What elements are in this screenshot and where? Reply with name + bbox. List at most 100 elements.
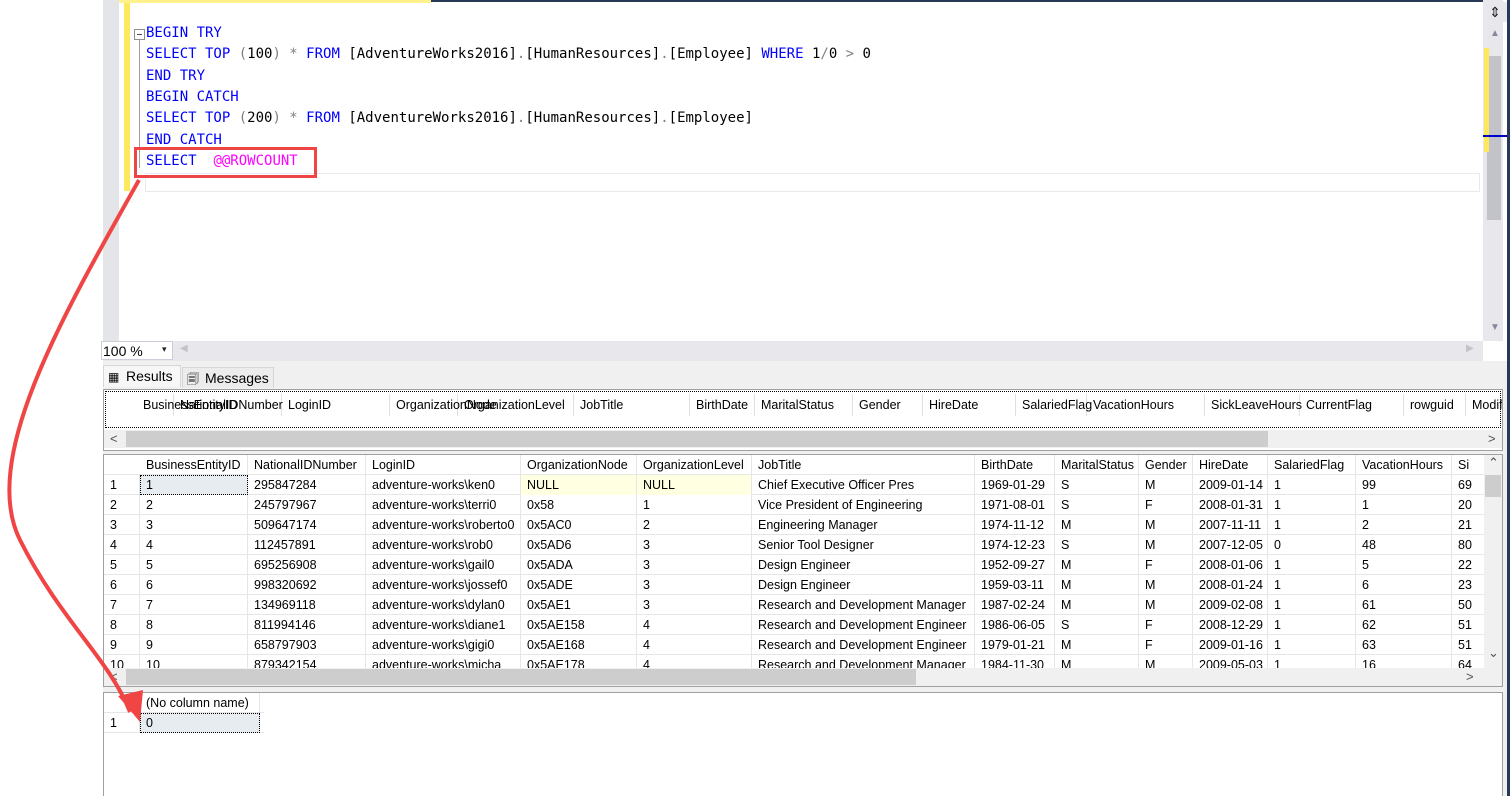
table-cell[interactable]: 245797967 xyxy=(248,495,366,515)
table-cell[interactable]: 8 xyxy=(140,615,248,635)
table-cell[interactable]: 1986-06-05 xyxy=(975,615,1055,635)
row-number[interactable]: 3 xyxy=(104,515,140,535)
rowcount-value-cell[interactable]: 0 xyxy=(140,713,260,733)
row-number[interactable]: 8 xyxy=(104,615,140,635)
table-row[interactable]: 10 xyxy=(104,713,264,733)
editor-horizontal-scrollbar[interactable] xyxy=(103,341,1483,361)
result-grid-3[interactable]: (No column name) 1 0 xyxy=(103,692,1503,796)
row-number[interactable]: 5 xyxy=(104,555,140,575)
column-header[interactable]: OrganizationLevel xyxy=(458,394,574,416)
table-cell[interactable]: adventure-works\terri0 xyxy=(366,495,521,515)
table-cell[interactable]: 61 xyxy=(1356,595,1452,615)
table-cell[interactable]: M xyxy=(1139,575,1193,595)
table-cell[interactable]: 2 xyxy=(637,515,752,535)
table-cell[interactable]: 2008-01-31 xyxy=(1193,495,1268,515)
table-cell[interactable]: 1 xyxy=(1268,475,1356,495)
table-row[interactable]: 7 7 134969118 adventure-works\dylan0 0x5AE1 3… xyxy=(104,595,1484,615)
table-cell[interactable]: 63 xyxy=(1356,635,1452,655)
table-cell[interactable]: 1 xyxy=(1268,635,1356,655)
grid1-scroll-thumb[interactable] xyxy=(126,431,1268,447)
table-cell[interactable]: S xyxy=(1055,615,1139,635)
chevron-down-icon[interactable]: ▾ xyxy=(162,344,167,355)
table-cell[interactable]: M xyxy=(1055,515,1139,535)
table-cell[interactable]: adventure-works\gail0 xyxy=(366,555,521,575)
column-header[interactable]: LoginID xyxy=(282,394,390,416)
table-cell[interactable]: 1969-01-29 xyxy=(975,475,1055,495)
table-row[interactable]: 4 4 112457891 adventure-works\rob0 0x5AD6 3 Se… xyxy=(104,535,1484,555)
table-cell[interactable]: 0x5AE1 xyxy=(521,595,637,615)
table-cell[interactable]: 2008-01-06 xyxy=(1193,555,1268,575)
table-cell[interactable]: 2 xyxy=(1356,515,1452,535)
tab-messages[interactable]: 🗐 Messages xyxy=(182,367,274,388)
table-cell[interactable]: Engineering Manager xyxy=(752,515,975,535)
table-cell[interactable]: 1 xyxy=(1268,495,1356,515)
table-cell[interactable]: 1 xyxy=(1268,575,1356,595)
editor-scroll-thumb[interactable] xyxy=(1487,56,1501,220)
table-row[interactable]: 1 1 295847284 adventure-works\ken0 NULL NULL C… xyxy=(104,475,1484,495)
table-cell[interactable]: S xyxy=(1055,535,1139,555)
table-cell[interactable]: 5 xyxy=(140,555,248,575)
table-cell[interactable]: M xyxy=(1139,535,1193,555)
table-cell[interactable]: M xyxy=(1055,635,1139,655)
table-cell[interactable]: 2009-01-14 xyxy=(1193,475,1268,495)
table-cell[interactable]: 2008-12-29 xyxy=(1193,615,1268,635)
table-cell[interactable]: 9 xyxy=(140,635,248,655)
table-cell[interactable]: 0x5AD6 xyxy=(521,535,637,555)
column-header[interactable]: NationalIDNumber xyxy=(174,394,283,416)
scroll-left-icon[interactable]: < xyxy=(110,430,118,448)
column-header[interactable]: OrganizationLevel xyxy=(637,455,752,475)
grid1-horizontal-scrollbar[interactable]: < > xyxy=(104,430,1502,448)
table-cell[interactable]: M xyxy=(1139,475,1193,495)
table-cell[interactable]: adventure-works\gigi0 xyxy=(366,635,521,655)
table-cell[interactable]: 0x5ADA xyxy=(521,555,637,575)
table-cell[interactable]: 1959-03-11 xyxy=(975,575,1055,595)
row-number[interactable]: 2 xyxy=(104,495,140,515)
column-header[interactable]: Gender xyxy=(1139,455,1193,475)
table-cell[interactable]: 3 xyxy=(140,515,248,535)
table-cell[interactable]: 62 xyxy=(1356,615,1452,635)
table-cell[interactable]: 2008-01-24 xyxy=(1193,575,1268,595)
column-header[interactable]: (No column name) xyxy=(140,693,260,713)
table-cell[interactable]: 1 xyxy=(637,495,752,515)
table-row[interactable]: 3 3 509647174 adventure-works\roberto0 0x5AC… xyxy=(104,515,1484,535)
table-cell[interactable]: NULL xyxy=(637,475,752,495)
column-header[interactable]: HireDate xyxy=(923,394,1016,416)
table-cell[interactable]: 1974-12-23 xyxy=(975,535,1055,555)
table-cell[interactable]: 3 xyxy=(637,555,752,575)
table-cell[interactable]: Chief Executive Officer Pres xyxy=(752,475,975,495)
table-cell[interactable]: M xyxy=(1139,515,1193,535)
table-cell[interactable]: Research and Development Engineer xyxy=(752,635,975,655)
table-cell[interactable]: 0x58 xyxy=(521,495,637,515)
table-cell[interactable]: adventure-works\jossef0 xyxy=(366,575,521,595)
column-header[interactable]: LoginID xyxy=(366,455,521,475)
table-cell[interactable]: 6 xyxy=(1356,575,1452,595)
column-header[interactable]: Gender xyxy=(853,394,923,416)
column-header[interactable]: OrganizationNode xyxy=(390,394,497,416)
table-cell[interactable]: 1 xyxy=(140,475,248,495)
column-header[interactable]: HireDate xyxy=(1193,455,1268,475)
table-cell[interactable]: M xyxy=(1139,595,1193,615)
table-cell[interactable]: Research and Development Engineer xyxy=(752,615,975,635)
scroll-up-icon[interactable]: ▲ xyxy=(1483,28,1507,44)
table-row[interactable]: 6 6 998320692 adventure-works\jossef0 0x5ADE… xyxy=(104,575,1484,595)
table-row[interactable]: 9 9 658797903 adventure-works\gigi0 0x5AE168… xyxy=(104,635,1484,655)
table-cell[interactable]: 1971-08-01 xyxy=(975,495,1055,515)
table-cell[interactable]: F xyxy=(1139,635,1193,655)
table-cell[interactable]: 4 xyxy=(637,615,752,635)
table-row[interactable]: 2 2 245797967 adventure-works\terri0 0x58 1 Vi… xyxy=(104,495,1484,515)
table-cell[interactable]: 811994146 xyxy=(248,615,366,635)
scroll-right-icon[interactable]: ▶ xyxy=(1466,343,1474,354)
table-cell[interactable]: M xyxy=(1055,595,1139,615)
collapse-icon[interactable] xyxy=(134,29,145,40)
column-header[interactable]: SalariedFlag xyxy=(1016,394,1092,416)
column-header[interactable]: CurrentFlag xyxy=(1300,394,1404,416)
table-cell[interactable]: 2009-02-08 xyxy=(1193,595,1268,615)
scroll-down-icon[interactable]: ▼ xyxy=(1483,322,1507,338)
table-cell[interactable]: 3 xyxy=(637,535,752,555)
column-header[interactable]: JobTitle xyxy=(574,394,690,416)
column-header[interactable]: rowguid xyxy=(1404,394,1466,416)
table-cell[interactable]: 0 xyxy=(1268,535,1356,555)
tab-results[interactable]: ▦ Results xyxy=(103,365,181,387)
table-row[interactable]: 8 8 811994146 adventure-works\diane1 0x5AE15… xyxy=(104,615,1484,635)
table-cell[interactable]: 112457891 xyxy=(248,535,366,555)
